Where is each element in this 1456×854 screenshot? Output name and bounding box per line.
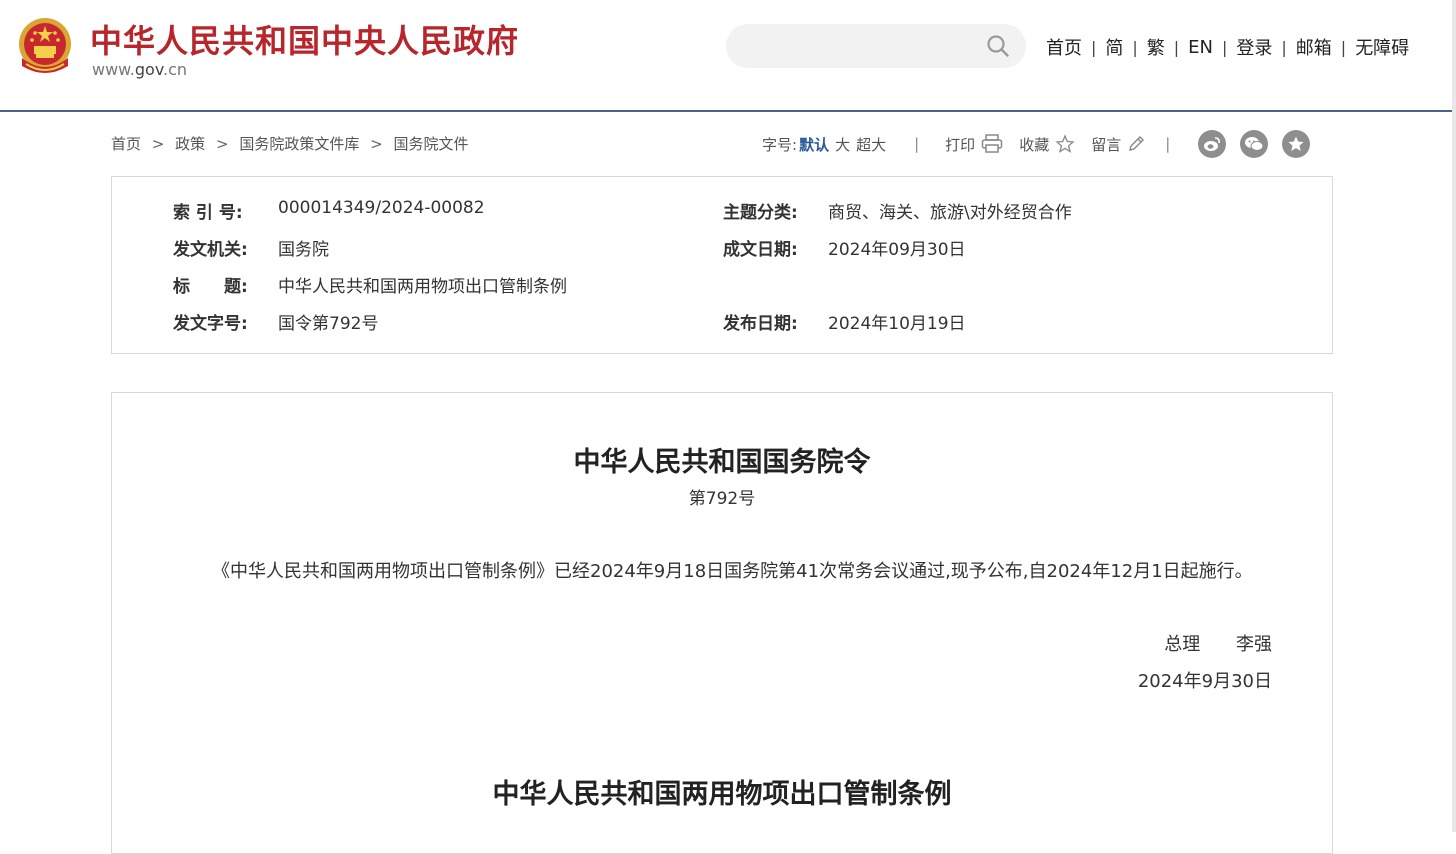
nav-separator: |: [1091, 37, 1097, 57]
written-date-label: 成文日期:: [723, 240, 798, 260]
index-number-value: 000014349/2024-00082: [278, 198, 485, 218]
document-number-value: 国令第792号: [278, 314, 379, 334]
printer-icon: [981, 134, 1003, 153]
site-domain-main: gov: [134, 60, 164, 79]
nav-traditional-link[interactable]: 繁: [1147, 34, 1165, 60]
signature-date: 2024年9月30日: [1137, 671, 1272, 692]
favorite-label: 收藏: [1019, 135, 1050, 154]
document-title-label: 标 题:: [173, 277, 248, 297]
favorite-button[interactable]: 收藏: [1019, 134, 1075, 155]
document-title-value: 中华人民共和国两用物项出口管制条例: [278, 277, 567, 297]
toolbar-divider: |: [914, 135, 920, 153]
site-domain-prefix: www.: [92, 60, 135, 79]
nav-separator: |: [1340, 37, 1347, 57]
national-emblem-icon[interactable]: [16, 16, 74, 78]
written-date-value: 2024年09月30日: [828, 240, 966, 260]
nav-english-link[interactable]: EN: [1188, 37, 1213, 58]
share-favorite-button[interactable]: [1282, 130, 1311, 158]
breadcrumb: 首页 > 政策 > 国务院政策文件库 > 国务院文件: [111, 133, 468, 154]
nav-separator: |: [1173, 37, 1180, 57]
wechat-icon: [1245, 137, 1264, 151]
nav-mailbox-link[interactable]: 邮箱: [1296, 34, 1332, 60]
print-label: 打印: [945, 135, 976, 154]
document-metadata-table: 索 引 号: 000014349/2024-00082 主题分类: 商贸、海关、…: [111, 176, 1333, 354]
decree-title: 中华人民共和国国务院令: [573, 447, 871, 478]
site-domain: www.gov.cn: [92, 60, 187, 79]
issuing-agency-value: 国务院: [278, 240, 329, 260]
regulation-title: 中华人民共和国两用物项出口管制条例: [492, 779, 952, 810]
breadcrumb-policy[interactable]: 政策: [175, 135, 205, 153]
index-number-label: 索 引 号:: [173, 203, 243, 223]
nav-separator: |: [1222, 37, 1228, 57]
breadcrumb-separator: >: [370, 135, 383, 153]
toolbar-divider: |: [1165, 135, 1171, 153]
share-weibo-button[interactable]: [1198, 130, 1227, 158]
star-icon: [1055, 134, 1075, 153]
share-wechat-button[interactable]: [1240, 130, 1269, 158]
signer-name: 李强: [1236, 634, 1272, 655]
top-nav: 首页 | 简 | 繁 | EN | 登录 | 邮箱 | 无障碍: [1046, 34, 1409, 60]
search-input[interactable]: [726, 24, 1026, 68]
comment-label: 留言: [1091, 135, 1122, 154]
decree-paragraph: 《中华人民共和国两用物项出口管制条例》已经2024年9月18日国务院第41次常务…: [212, 561, 1253, 582]
breadcrumb-policy-library[interactable]: 国务院政策文件库: [239, 135, 359, 153]
favorite-star-icon: [1288, 136, 1304, 151]
nav-simplified-link[interactable]: 简: [1105, 34, 1123, 60]
publish-date-label: 发布日期:: [723, 314, 798, 334]
signature-line: 总理 李强: [1164, 630, 1272, 656]
breadcrumb-home[interactable]: 首页: [111, 135, 141, 153]
print-button[interactable]: 打印: [945, 134, 1003, 155]
decree-number: 第792号: [688, 489, 756, 509]
font-size-large-button[interactable]: 大: [835, 134, 850, 155]
site-title[interactable]: 中华人民共和国中央人民政府: [90, 16, 519, 62]
site-domain-suffix: .cn: [163, 60, 188, 79]
font-size-label: 字号:: [762, 135, 798, 154]
weibo-icon: [1204, 137, 1221, 151]
signer-role: 总理: [1164, 634, 1201, 655]
search-icon[interactable]: [986, 34, 1010, 58]
breadcrumb-state-council-docs[interactable]: 国务院文件: [393, 135, 468, 153]
breadcrumb-separator: >: [215, 135, 229, 153]
comment-button[interactable]: 留言: [1091, 134, 1145, 155]
nav-accessibility-link[interactable]: 无障碍: [1355, 34, 1409, 60]
document-number-label: 发文字号:: [173, 314, 248, 334]
site-header: 中华人民共和国中央人民政府 www.gov.cn 首页 | 简 | 繁 | EN…: [0, 0, 1456, 112]
nav-login-link[interactable]: 登录: [1236, 34, 1272, 60]
nav-home-link[interactable]: 首页: [1046, 34, 1082, 60]
publish-date-value: 2024年10月19日: [828, 314, 966, 334]
issuing-agency-label: 发文机关:: [173, 240, 248, 260]
nav-separator: |: [1281, 37, 1287, 57]
font-size-xlarge-button[interactable]: 超大: [856, 134, 886, 155]
font-size-default-button[interactable]: 默认: [799, 134, 829, 155]
nav-separator: |: [1132, 37, 1138, 57]
article-toolbar: 字号: 默认 大 超大 | 打印 收藏 留言 |: [762, 128, 1324, 160]
breadcrumb-separator: >: [151, 135, 165, 153]
topic-category-value: 商贸、海关、旅游\对外经贸合作: [828, 203, 1072, 223]
topic-category-label: 主题分类:: [723, 203, 798, 223]
pencil-icon: [1129, 136, 1145, 151]
window-edge: [1452, 0, 1456, 832]
